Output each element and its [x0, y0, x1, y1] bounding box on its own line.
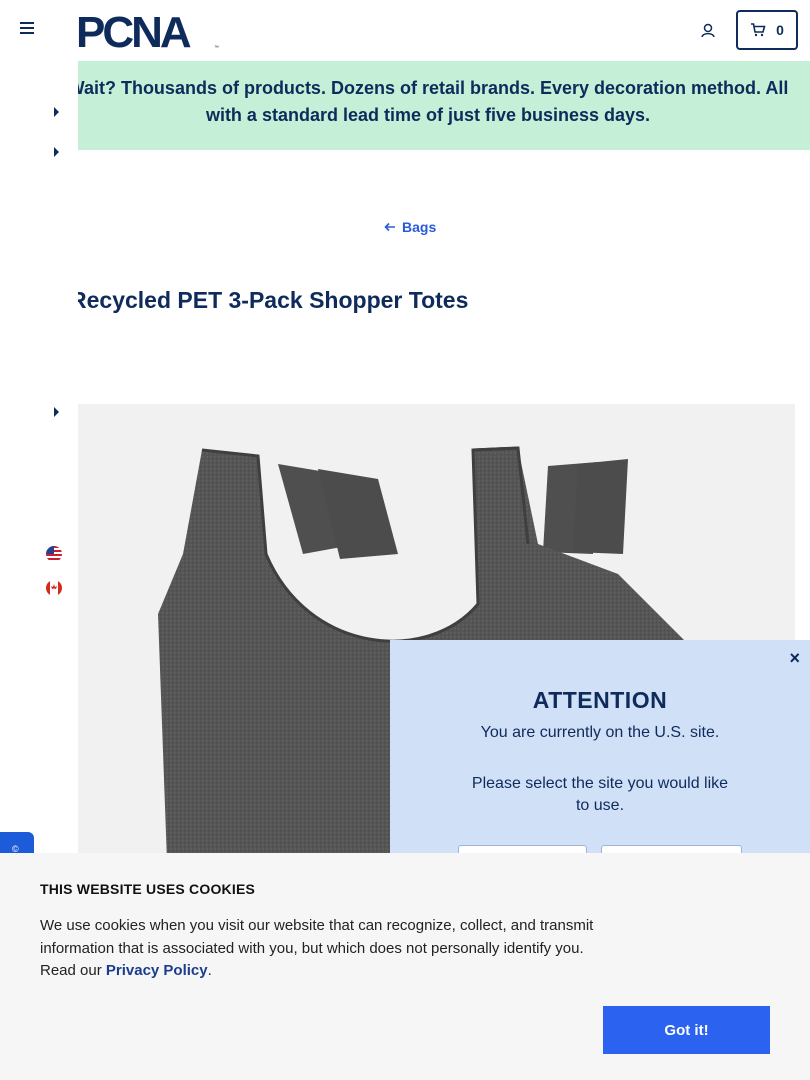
promo-banner-text: Wait? Thousands of products. Dozens of r…: [67, 78, 789, 125]
cookie-text-end: .: [207, 962, 212, 979]
arrow-left-icon: [384, 222, 395, 232]
cookie-title: THIS WEBSITE USES COOKIES: [40, 881, 256, 897]
cookie-banner: THIS WEBSITE USES COOKIES We use cookies…: [0, 853, 810, 1080]
expand-arrow-icon[interactable]: [54, 107, 59, 117]
close-icon[interactable]: ×: [789, 648, 800, 669]
cookie-text: We use cookies when you visit our websit…: [40, 915, 600, 983]
attention-message: You are currently on the U.S. site.: [480, 724, 720, 741]
privacy-policy-link[interactable]: Privacy Policy: [106, 962, 208, 979]
us-flag-icon[interactable]: [46, 546, 62, 562]
expand-arrow-icon[interactable]: [54, 147, 59, 157]
accept-cookies-button[interactable]: Got it!: [603, 1006, 770, 1054]
back-link-label: Bags: [402, 219, 437, 235]
promo-banner: Wait? Thousands of products. Dozens of r…: [68, 61, 810, 150]
attention-title: ATTENTION: [532, 687, 668, 713]
attention-prompt: Please select the site you would like to…: [471, 775, 729, 814]
product-title: Recycled PET 3-Pack Shopper Totes: [70, 287, 469, 313]
canada-flag-icon[interactable]: [46, 580, 62, 596]
svg-text:PCNA: PCNA: [76, 11, 191, 51]
pcna-logo[interactable]: PCNA ™: [76, 11, 226, 51]
page: PCNA ™ 0 Wait? Thousands of products. Do…: [0, 0, 810, 1080]
menu-icon[interactable]: [20, 22, 36, 38]
cart-button[interactable]: 0: [736, 10, 798, 50]
expand-arrow-icon[interactable]: [54, 407, 59, 417]
cart-icon: [751, 23, 766, 37]
back-to-bags-link[interactable]: Bags: [384, 219, 436, 235]
svg-text:™: ™: [214, 45, 219, 51]
cart-count: 0: [776, 22, 784, 38]
site-header: PCNA ™ 0: [0, 0, 810, 61]
account-icon[interactable]: [699, 22, 717, 40]
